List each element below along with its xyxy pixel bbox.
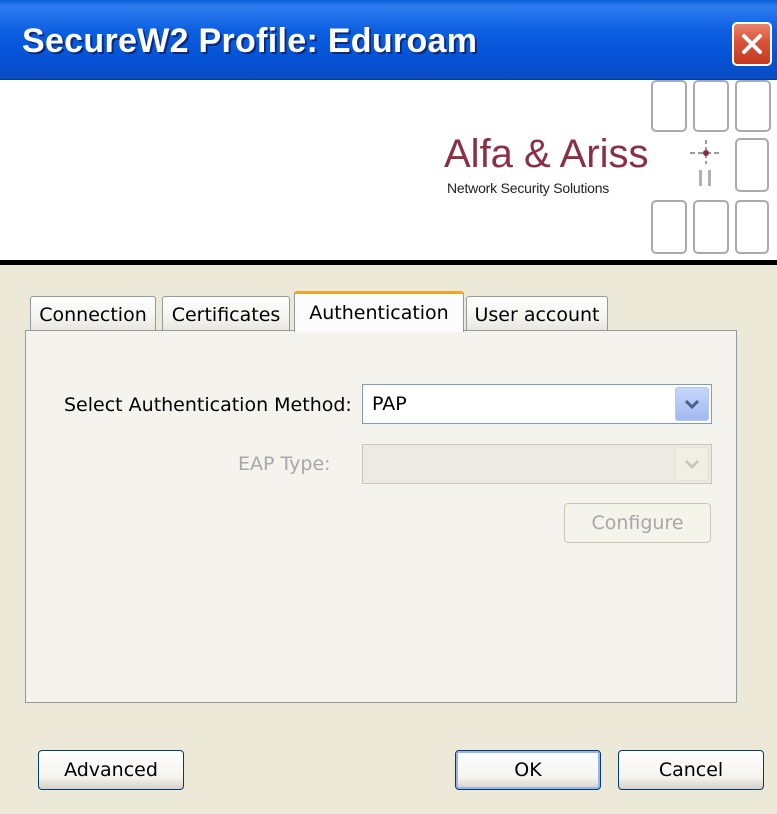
brand-tagline: Network Security Solutions bbox=[447, 180, 610, 196]
tab-authentication[interactable]: Authentication bbox=[294, 291, 464, 332]
logo-box bbox=[735, 80, 771, 132]
eap-type-label: EAP Type: bbox=[238, 453, 331, 475]
tab-connection[interactable]: Connection bbox=[30, 296, 156, 332]
logo-box bbox=[693, 80, 729, 132]
cancel-button[interactable]: Cancel bbox=[618, 750, 764, 790]
logo-box bbox=[735, 138, 769, 192]
eap-type-select[interactable] bbox=[362, 444, 712, 484]
dropdown-button[interactable] bbox=[675, 387, 709, 421]
logo-box bbox=[651, 80, 687, 132]
tab-certificates[interactable]: Certificates bbox=[162, 296, 290, 332]
brand-logo-icon bbox=[690, 140, 722, 186]
tab-label: Connection bbox=[39, 303, 147, 326]
auth-method-label: Select Authentication Method: bbox=[64, 394, 352, 416]
auth-method-value: PAP bbox=[372, 393, 407, 415]
tab-label: User account bbox=[474, 303, 600, 326]
configure-button[interactable]: Configure bbox=[564, 503, 711, 543]
close-icon bbox=[742, 34, 762, 54]
logo-box bbox=[735, 200, 769, 254]
profile-dialog: SecureW2 Profile: Eduroam Alfa & Ariss N… bbox=[0, 0, 777, 814]
dropdown-button[interactable] bbox=[675, 447, 709, 481]
brand-name: Alfa & Ariss bbox=[444, 132, 649, 176]
title-bar[interactable]: SecureW2 Profile: Eduroam bbox=[0, 0, 777, 80]
tab-label: Certificates bbox=[171, 303, 281, 326]
advanced-button[interactable]: Advanced bbox=[38, 750, 184, 790]
auth-method-select[interactable]: PAP bbox=[362, 384, 712, 424]
tab-user-account[interactable]: User account bbox=[466, 296, 608, 332]
logo-box bbox=[693, 200, 729, 254]
banner-divider bbox=[0, 260, 777, 265]
tab-label: Authentication bbox=[309, 302, 449, 324]
ok-button[interactable]: OK bbox=[455, 750, 601, 790]
chevron-down-icon bbox=[684, 459, 700, 470]
window-title: SecureW2 Profile: Eduroam bbox=[22, 22, 478, 60]
logo-box bbox=[651, 200, 687, 254]
close-button[interactable] bbox=[732, 22, 772, 66]
chevron-down-icon bbox=[684, 399, 700, 410]
